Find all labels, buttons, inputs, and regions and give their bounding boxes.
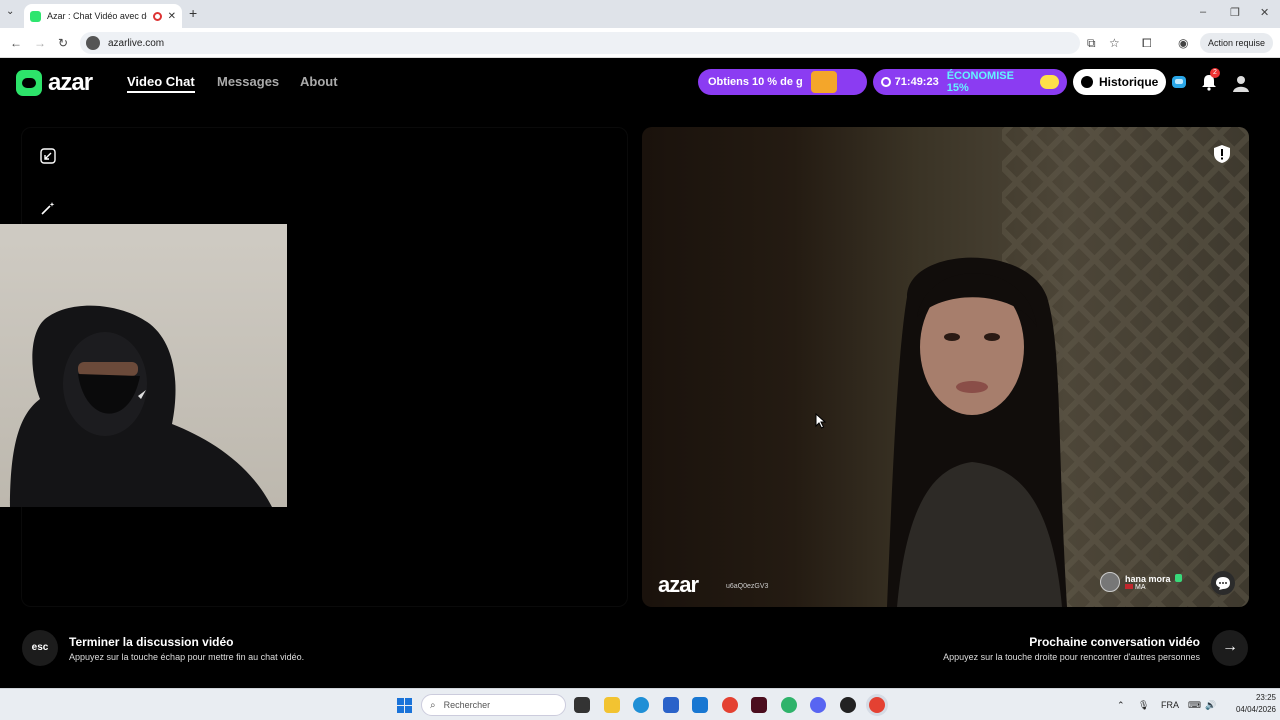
- nav-messages[interactable]: Messages: [217, 74, 279, 89]
- country-code: MA: [1135, 583, 1146, 591]
- edge-browser-icon[interactable]: [633, 697, 649, 713]
- azar-logo-icon: [16, 70, 42, 96]
- end-chat-esc-button[interactable]: esc: [22, 630, 58, 666]
- history-clock-icon: [1081, 76, 1093, 88]
- window-close-icon[interactable]: ✕: [1260, 6, 1269, 19]
- new-tab-button[interactable]: +: [189, 5, 197, 21]
- gem-store-icon[interactable]: [1170, 73, 1188, 91]
- notification-badge: 2: [1210, 68, 1220, 78]
- tab-search-chevron-icon[interactable]: ⌄: [6, 6, 14, 17]
- coins-icon: [1040, 75, 1059, 89]
- tab-title: Azar : Chat Vidéo avec de n: [47, 11, 147, 21]
- windows-start-icon[interactable]: [397, 698, 412, 713]
- profile-avatar-icon[interactable]: ◉: [1178, 36, 1188, 50]
- forward-icon[interactable]: →: [34, 36, 46, 50]
- language-indicator[interactable]: FRA: [1161, 700, 1179, 710]
- verified-shield-icon: [1174, 574, 1182, 582]
- taskbar-search[interactable]: ⌕ Rechercher: [421, 694, 566, 716]
- chat-message-button[interactable]: [1211, 571, 1235, 595]
- logo-text: azar: [48, 69, 93, 96]
- volume-icon[interactable]: 🔊: [1205, 700, 1216, 711]
- report-shield-icon[interactable]: [1213, 144, 1231, 164]
- clock-icon: [881, 77, 891, 87]
- azar-watermark: azar: [658, 572, 699, 597]
- browser-toolbar: ← → ↻ azarlive.com ⧉ ☆ ⧠ ◉ ⋮: [0, 28, 1280, 58]
- promo-offer-text: Obtiens 10 % de g: [708, 76, 803, 88]
- minimize-icon[interactable]: –: [1200, 6, 1206, 18]
- action-required-button[interactable]: Action requise: [1200, 33, 1274, 53]
- file-explorer-icon[interactable]: [604, 697, 620, 713]
- history-button[interactable]: Historique: [1073, 69, 1167, 95]
- address-bar[interactable]: azarlive.com: [80, 32, 1080, 54]
- chat-bubble-icon: [1216, 577, 1230, 590]
- mouse-cursor-icon: [815, 413, 827, 429]
- remote-user-country: MA: [1125, 583, 1171, 591]
- install-app-icon[interactable]: ⧉: [1087, 36, 1096, 51]
- network-icon[interactable]: ⌨: [1188, 700, 1201, 711]
- sale-timer: 71:49:23: [894, 76, 939, 88]
- azar-logo[interactable]: azar: [16, 69, 93, 97]
- url-text: azarlive.com: [108, 37, 165, 49]
- treasure-chest-icon: [810, 71, 837, 93]
- taskbar-date[interactable]: 04/04/2026: [1226, 705, 1276, 714]
- chrome-profile-icon[interactable]: [781, 697, 797, 713]
- remote-user-tag[interactable]: hana mora MA: [1100, 572, 1182, 592]
- microphone-icon[interactable]: 🎙: [1138, 700, 1149, 711]
- reload-icon[interactable]: ↻: [58, 36, 68, 50]
- capcut-icon[interactable]: [751, 697, 767, 713]
- obs-icon[interactable]: [840, 697, 856, 713]
- maximize-icon[interactable]: ❐: [1230, 6, 1240, 19]
- save-percent: ÉCONOMISE 15%: [946, 70, 1014, 94]
- magic-wand-filter-icon[interactable]: [40, 200, 56, 216]
- azar-favicon-icon: [30, 10, 41, 22]
- taskbar-search-placeholder: Rechercher: [443, 700, 491, 710]
- next-chat-title: Prochaine conversation vidéo: [1029, 635, 1200, 649]
- tab-close-icon[interactable]: ✕: [168, 11, 176, 22]
- outlook-icon[interactable]: [692, 697, 708, 713]
- next-chat-subtitle: Appuyez sur la touche droite pour rencon…: [943, 652, 1200, 662]
- next-chat-arrow-button[interactable]: →: [1212, 630, 1248, 666]
- remote-user-name: hana mora: [1125, 573, 1171, 584]
- morocco-flag-icon: [1125, 583, 1133, 589]
- timer-sale-button[interactable]: 71:49:23 ÉCONOMISE 15%: [873, 69, 1067, 95]
- discord-icon[interactable]: [810, 697, 826, 713]
- task-view-icon[interactable]: [574, 697, 590, 713]
- taskbar-time[interactable]: 23:25: [1248, 693, 1276, 702]
- end-chat-title: Terminer la discussion vidéo: [69, 635, 234, 649]
- nav-video-chat[interactable]: Video Chat: [127, 74, 195, 93]
- browser-tab-azar[interactable]: Azar : Chat Vidéo avec de n ✕: [24, 4, 182, 28]
- tray-expand-icon[interactable]: ⌃: [1117, 700, 1125, 711]
- browser-tabbar: ⌄ Azar : Chat Vidéo avec de n ✕ + – ❐ ✕: [0, 0, 1280, 28]
- nav-about[interactable]: About: [300, 74, 338, 89]
- extensions-icon[interactable]: ⧠: [1142, 36, 1152, 51]
- session-id: u6aQ0ezGV3: [726, 583, 769, 590]
- site-info-icon[interactable]: [86, 36, 100, 50]
- history-label: Historique: [1099, 75, 1159, 89]
- chrome-active-icon[interactable]: [869, 697, 885, 713]
- store-icon[interactable]: [663, 697, 679, 713]
- user-profile-icon[interactable]: [1231, 73, 1251, 93]
- minimize-video-icon[interactable]: [40, 148, 56, 164]
- end-chat-subtitle: Appuyez sur la touche échap pour mettre …: [69, 652, 305, 662]
- chrome-icon[interactable]: [722, 697, 738, 713]
- remote-user-avatar: [1100, 572, 1120, 592]
- back-icon[interactable]: ←: [10, 36, 22, 50]
- search-icon: ⌕: [430, 699, 436, 711]
- promo-offer-button[interactable]: Obtiens 10 % de g: [698, 69, 867, 95]
- windows-taskbar: ⌕ Rechercher ⌃ 🎙 FRA ⌨ 🔊 23:25 04/04/202…: [0, 688, 1280, 720]
- remote-video-panel: [642, 127, 1249, 607]
- bookmark-star-icon[interactable]: ☆: [1109, 36, 1120, 50]
- remote-person-image: [887, 257, 1067, 607]
- self-camera-image: [10, 305, 272, 507]
- recording-icon: [152, 11, 162, 21]
- self-camera-preview: [0, 224, 287, 507]
